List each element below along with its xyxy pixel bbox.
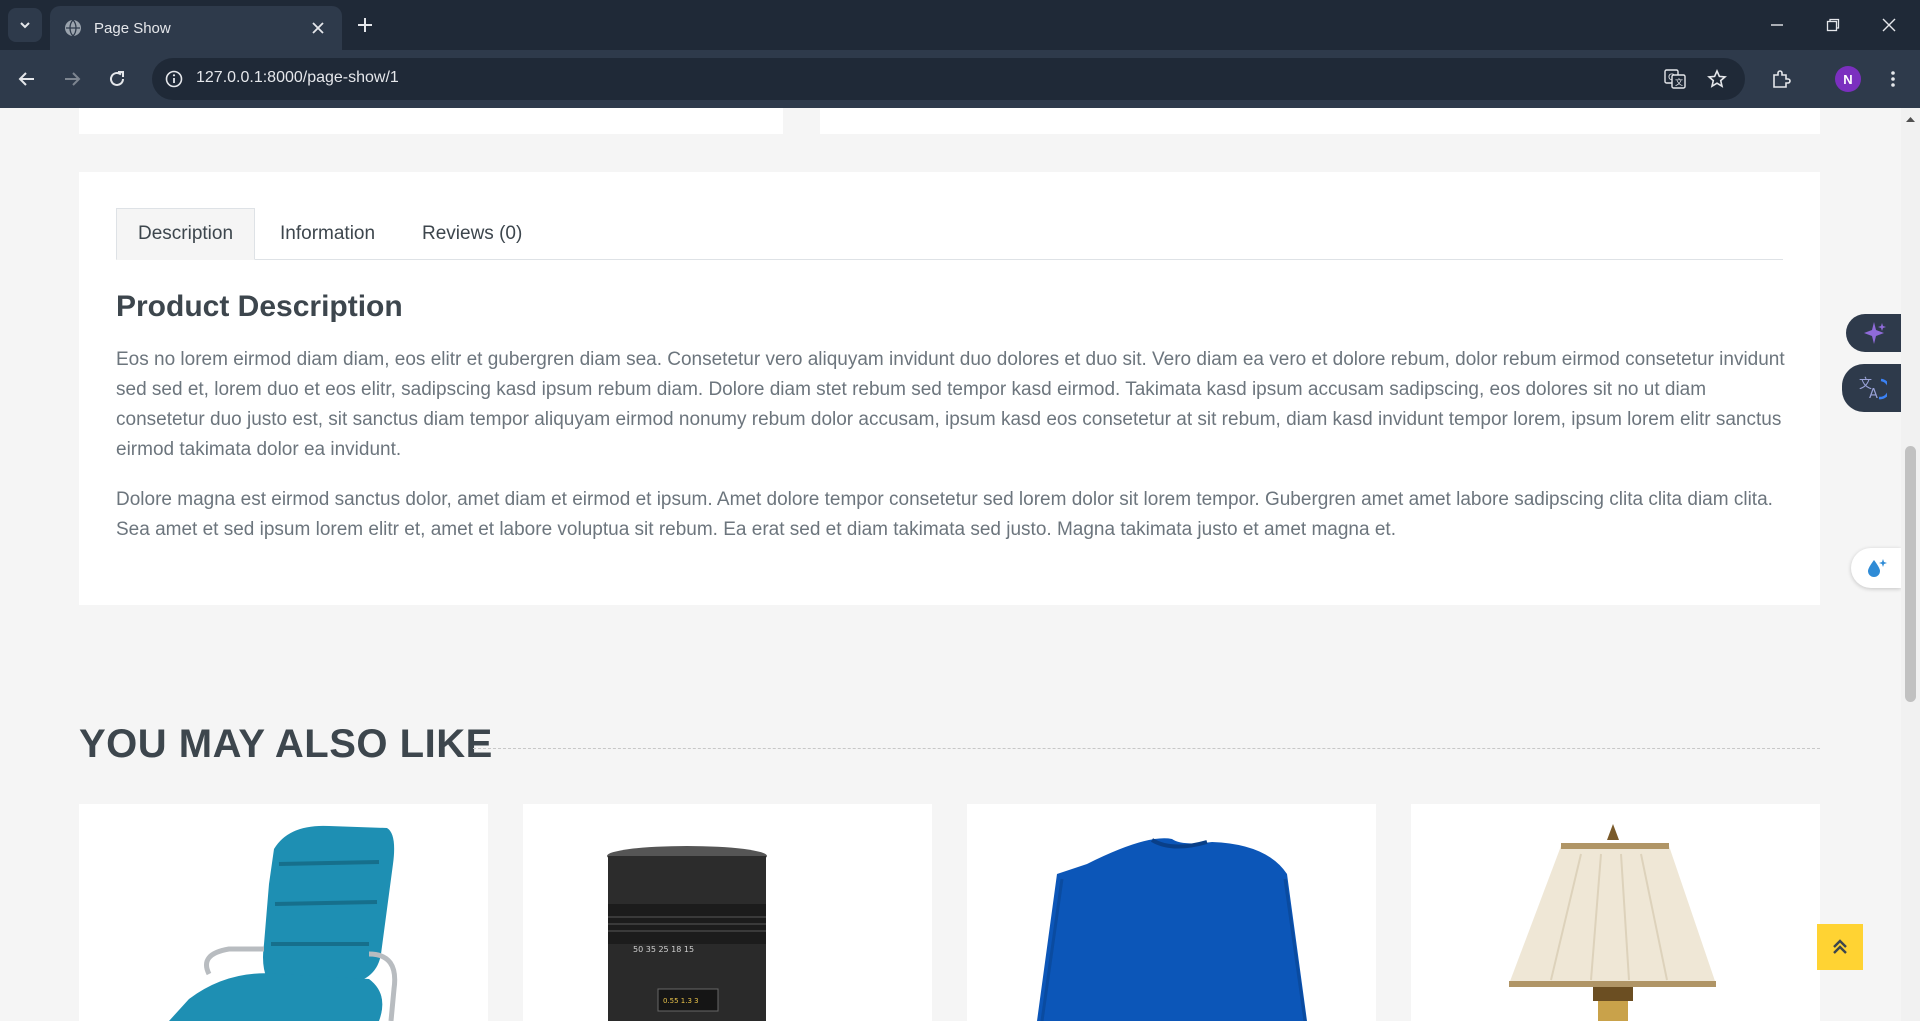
url-text[interactable]: 127.0.0.1:8000/page-show/1 [196,69,399,87]
product-card-sweater[interactable] [967,804,1376,1021]
translate-icon[interactable]: G文 [1662,67,1688,91]
extensions-puzzle-icon[interactable] [1764,62,1798,96]
product-card-lens[interactable]: 50 35 25 18 15 0.55 1.3 3 [523,804,932,1021]
page-viewport: Description Information Reviews (0) Prod… [0,108,1901,1021]
scrollbar-thumb[interactable] [1905,446,1916,702]
svg-text:0.55 1.3 3: 0.55 1.3 3 [663,997,699,1005]
browser-menu-icon[interactable] [1876,62,1910,96]
tab-close-icon[interactable] [308,18,328,38]
back-arrow-icon[interactable] [10,62,44,96]
scroll-up-arrow-icon[interactable] [1905,114,1916,125]
tab-title: Page Show [94,19,171,37]
tab-information[interactable]: Information [259,208,396,260]
product-image-card-bottom [79,108,783,134]
water-drop-icon [1868,559,1887,577]
svg-text:50 35 25 18 15: 50 35 25 18 15 [633,945,694,954]
description-paragraph-2: Dolore magna est eirmod sanctus dolor, a… [116,489,1773,540]
tab-description[interactable]: Description [116,208,256,260]
product-description-heading: Product Description [116,290,403,323]
restore-window-icon[interactable] [1810,8,1856,42]
browser-titlebar: Page Show [0,0,1920,50]
address-bar[interactable]: 127.0.0.1:8000/page-show/1 G文 [152,58,1745,100]
globe-icon [65,19,81,37]
product-card-lamp[interactable] [1411,804,1820,1021]
translate-widget[interactable]: 文A [1842,364,1901,412]
water-reminder-widget[interactable] [1851,548,1901,588]
browser-tab-active[interactable]: Page Show [50,6,342,50]
blue-office-chair-image [169,825,398,1021]
product-details-card-bottom [820,108,1820,134]
svg-text:A: A [1869,387,1878,402]
description-paragraph-1: Eos no lorem eirmod diam diam, eos elitr… [116,349,1785,460]
ai-assistant-widget[interactable] [1846,314,1901,352]
tab-search-dropdown-button[interactable] [8,8,42,42]
sparkle-icon [1863,322,1886,344]
table-lamp-image [1509,824,1716,1021]
camera-lens-image: 50 35 25 18 15 0.55 1.3 3 [607,846,767,1021]
blue-sweater-image [1037,838,1307,1021]
chevron-down-icon [20,22,30,29]
browser-toolbar: 127.0.0.1:8000/page-show/1 G文 N [0,50,1920,108]
product-card-chair[interactable] [79,804,488,1021]
translate-widget-icon: 文A [1859,377,1887,402]
reload-icon[interactable] [100,62,134,96]
heading-divider [473,748,1820,749]
close-window-icon[interactable] [1866,8,1912,42]
minimize-window-icon[interactable] [1754,8,1800,42]
product-description-card: Description Information Reviews (0) Prod… [79,172,1820,605]
svg-text:文: 文 [1675,77,1683,87]
profile-avatar[interactable]: N [1835,66,1861,92]
bookmark-star-icon[interactable] [1704,67,1730,91]
product-tabs: Description Information Reviews (0) [116,208,1783,260]
site-info-icon[interactable] [162,67,186,91]
tab-reviews[interactable]: Reviews (0) [401,208,543,260]
new-tab-plus-icon[interactable] [352,12,378,38]
back-to-top-button[interactable] [1817,924,1863,970]
forward-arrow-icon[interactable] [55,62,89,96]
double-chevron-up-icon [1833,939,1847,954]
related-products-heading: You May Also Like [79,722,493,766]
page-scrollbar[interactable] [1901,108,1920,1021]
